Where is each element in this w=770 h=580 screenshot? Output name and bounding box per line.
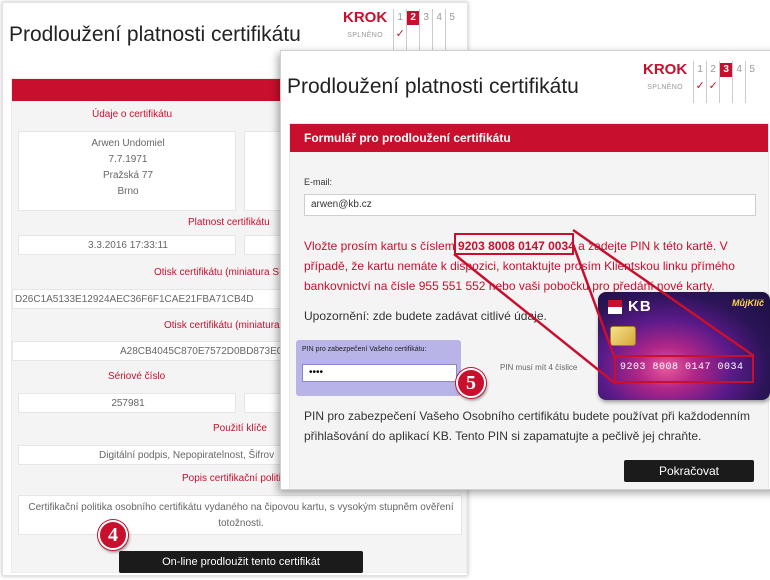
krok-label: KROK [343, 9, 388, 26]
email-label: E-mail: [304, 177, 333, 187]
pouziti-label: Použití klíče [213, 423, 267, 434]
step-4: 4 [432, 9, 445, 51]
step-3: 3 [719, 61, 733, 103]
step-indicator: KROK SPLNĚNO 1 ✓ 2 ✓ 3 4 5 [643, 61, 758, 103]
splneno-label: SPLNĚNO [647, 84, 683, 91]
popis-label: Popis certifikační politi [182, 473, 281, 484]
continue-button[interactable]: Pokračovat [624, 460, 754, 482]
front-window-step3: Prodloužení platnosti certifikátu KROK S… [280, 50, 770, 490]
pin-note-line2: přihlašování do aplikací KB. Tento PIN s… [304, 429, 702, 443]
step-1: 1 ✓ [693, 61, 706, 103]
card-number-highlight-frame [454, 233, 574, 255]
check-icon: ✓ [708, 80, 718, 92]
online-prolong-button[interactable]: On-line prodloužit tento certifikát [119, 551, 363, 573]
check-icon: ✓ [395, 28, 405, 40]
udaje-box: Arwen Undomiel 7.7.1971 Pražská 77 Brno [18, 131, 236, 211]
page-title: Prodloužení platnosti certifikátu [287, 75, 579, 98]
card-chip-icon [610, 326, 636, 346]
email-field[interactable]: arwen@kb.cz [304, 194, 756, 216]
otisk1-label: Otisk certifikátu (miniatura S [154, 267, 280, 278]
kb-payment-card: KB MůjKlíč 9203 8008 0147 0034 [598, 292, 770, 400]
step-3: 3 [419, 9, 432, 51]
popis-box: Certifikační politika osobního certifiká… [18, 495, 462, 535]
step-2: 2 ✓ [706, 61, 719, 103]
step-4: 4 [732, 61, 745, 103]
step-badge-4: 4 [98, 520, 128, 550]
step-5: 5 [445, 9, 458, 51]
card-brand: MůjKlíč [731, 298, 764, 308]
instruction-line2: případě, že kartu nemáte k dispozici, ko… [304, 259, 735, 273]
splneno-label: SPLNĚNO [347, 32, 383, 39]
step-2: 2 [406, 9, 420, 51]
pin-label: PIN pro zabezpečení Vašeho certifikátu: [302, 346, 427, 353]
card-number-frame [614, 355, 754, 383]
step-badge-5: 5 [456, 368, 486, 398]
platnost-label: Platnost certifikátu [188, 217, 270, 228]
page-title: Prodloužení platnosti certifikátu [9, 23, 301, 46]
pin-hint: PIN musí mít 4 číslice [500, 363, 578, 372]
krok-label: KROK [643, 61, 688, 78]
step-5: 5 [745, 61, 758, 103]
check-icon: ✓ [695, 80, 705, 92]
platnost-box: 3.3.2016 17:33:11 [18, 235, 236, 255]
step-1: 1 ✓ [393, 9, 406, 51]
form-header: Formulář pro prodloužení certifikátu [290, 124, 768, 152]
pin-note-line1: PIN pro zabezpečení Vašeho Osobního cert… [304, 409, 751, 423]
sensitive-data-warning: Upozornění: zde budete zadávat citlivé ú… [304, 309, 547, 323]
seriove-box: 257981 [18, 393, 236, 413]
seriove-label: Sériové číslo [108, 371, 166, 382]
pin-input[interactable]: •••• [302, 364, 457, 382]
pin-section: PIN pro zabezpečení Vašeho certifikátu: … [296, 340, 461, 396]
step-indicator: KROK SPLNĚNO 1 ✓ 2 3 4 5 [343, 9, 458, 51]
udaje-label: Údaje o certifikátu [92, 109, 173, 120]
kb-logo-icon [608, 299, 622, 314]
otisk2-label: Otisk certifikátu (miniatura [164, 320, 280, 331]
kb-logo: KB [608, 298, 652, 315]
